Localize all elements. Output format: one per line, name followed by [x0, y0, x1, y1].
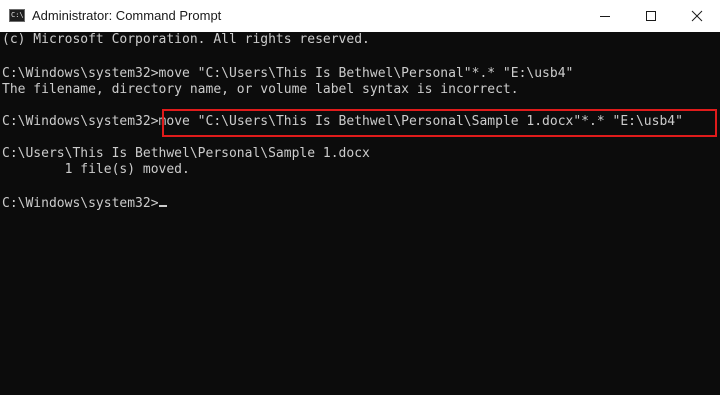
console-output[interactable]: (c) Microsoft Corporation. All rights re…	[0, 32, 720, 395]
minimize-button[interactable]	[582, 0, 628, 32]
close-icon	[691, 10, 703, 22]
prompt: C:\Windows\system32>	[2, 66, 159, 81]
maximize-icon	[646, 11, 656, 21]
current-prompt-line[interactable]: C:\Windows\system32>	[2, 195, 167, 213]
highlight-box	[162, 109, 717, 137]
cmd-icon[interactable]: C:\	[9, 9, 25, 22]
moved-result-line: 1 file(s) moved.	[2, 162, 190, 177]
command-text: move "C:\Users\This Is Bethwel\Personal"…	[158, 66, 574, 81]
window-title: Administrator: Command Prompt	[32, 8, 222, 23]
text-cursor	[158, 205, 167, 207]
prompt: C:\Windows\system32>	[2, 114, 159, 129]
copyright-line: (c) Microsoft Corporation. All rights re…	[2, 32, 370, 47]
minimize-icon	[600, 16, 610, 17]
prompt: C:\Windows\system32>	[2, 196, 159, 211]
error-line: The filename, directory name, or volume …	[2, 82, 519, 97]
close-button[interactable]	[674, 0, 720, 32]
command-prompt-window: C:\ Administrator: Command Prompt (c) Mi…	[0, 0, 720, 395]
maximize-button[interactable]	[628, 0, 674, 32]
title-bar[interactable]: C:\ Administrator: Command Prompt	[0, 0, 720, 32]
